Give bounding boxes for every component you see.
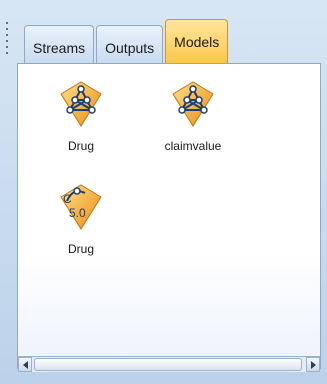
model-node-label: Drug (67, 139, 94, 153)
models-palette-panel: Streams Outputs Models Drug claimvalue C… (0, 0, 327, 384)
tab-outputs-label: Outputs (105, 39, 155, 56)
c50-icon-prefix: C (63, 192, 72, 206)
tab-streams[interactable]: Streams (24, 25, 95, 63)
model-node-label: Drug (67, 242, 94, 256)
model-network-icon (60, 81, 102, 127)
panel-grip[interactable] (3, 20, 11, 66)
tab-streams-label: Streams (33, 39, 86, 56)
horizontal-scrollbar[interactable] (18, 356, 320, 372)
c50-icon-text: 5.0 (69, 206, 86, 220)
tab-models-label: Models (174, 33, 220, 50)
tab-models[interactable]: Models (165, 19, 229, 63)
scroll-thumb[interactable] (34, 358, 302, 371)
scroll-right-arrow[interactable] (306, 357, 320, 372)
scroll-left-arrow[interactable] (18, 357, 32, 372)
model-c50-icon: C 5.0 (60, 184, 102, 230)
model-node-label: claimvalue (164, 139, 222, 153)
model-network-icon (172, 81, 214, 127)
models-canvas[interactable]: Drug claimvalue C 5.0 Drug (17, 63, 321, 369)
tab-bar: Streams Outputs Models (24, 19, 229, 63)
model-node-drug[interactable]: Drug (26, 78, 136, 153)
tab-outputs[interactable]: Outputs (96, 25, 164, 63)
model-node-drug-c50[interactable]: C 5.0 Drug (26, 181, 136, 256)
model-node-claimvalue[interactable]: claimvalue (138, 78, 248, 153)
